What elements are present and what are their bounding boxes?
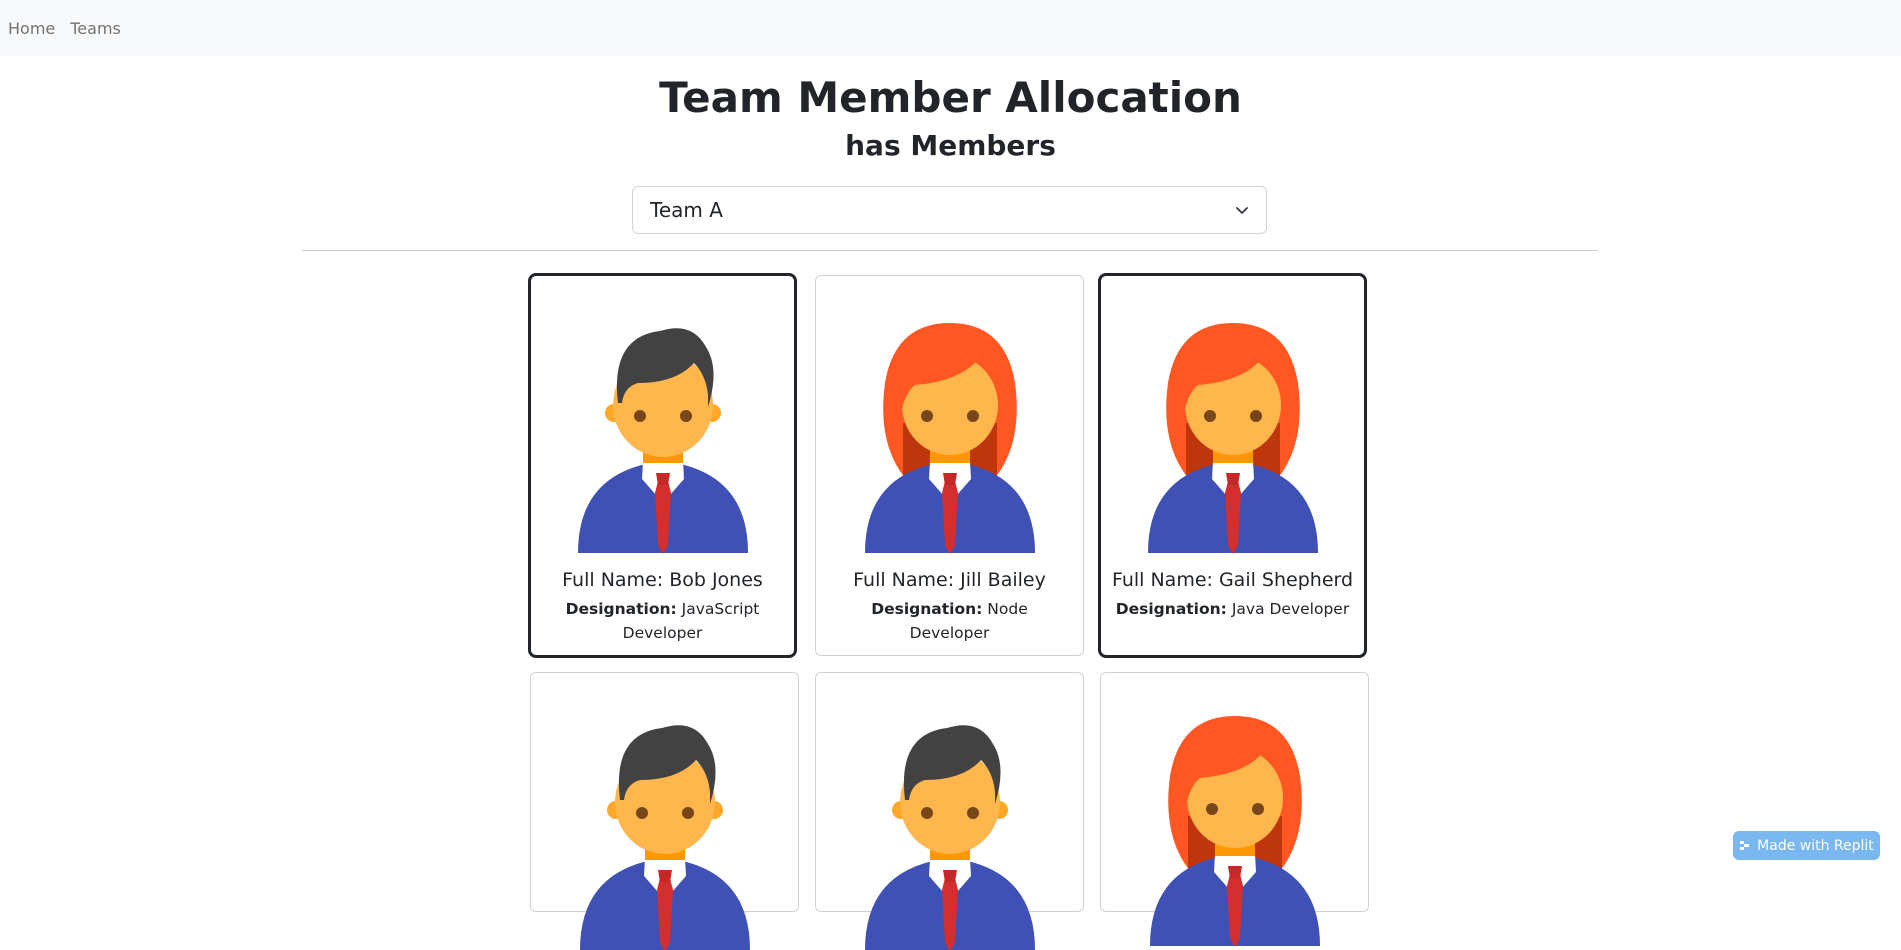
member-card[interactable] (1100, 672, 1369, 912)
team-select[interactable]: Team A (632, 186, 1267, 234)
member-card[interactable] (815, 672, 1084, 912)
member-full-name: Full Name: Gail Shepherd (1111, 569, 1354, 591)
member-card-jill-bailey[interactable]: Full Name: Jill Bailey Designation: Node… (815, 275, 1084, 656)
team-select-value: Team A (650, 198, 723, 222)
member-designation: Designation: JavaScript Developer (545, 597, 780, 645)
female-avatar-icon (1138, 303, 1328, 553)
female-avatar-icon (855, 303, 1045, 553)
replit-logo-icon (1740, 840, 1750, 850)
male-avatar-icon (855, 700, 1045, 950)
male-avatar-icon (568, 303, 758, 553)
nav-teams-link[interactable]: Teams (70, 19, 121, 38)
male-avatar-icon (570, 700, 760, 950)
member-card[interactable] (530, 672, 799, 912)
member-designation: Designation: Node Developer (830, 597, 1069, 645)
designation-label: Designation: (1115, 600, 1227, 618)
made-with-replit-badge[interactable]: Made with Replit (1733, 831, 1880, 860)
page-subtitle: has Members (845, 129, 1056, 162)
designation-label: Designation: (565, 600, 677, 618)
badge-label: Made with Replit (1757, 837, 1874, 854)
chevron-down-icon (1236, 207, 1248, 214)
member-designation: Designation: Java Developer (1115, 597, 1350, 621)
section-divider (302, 250, 1598, 251)
member-full-name: Full Name: Jill Bailey (853, 569, 1046, 591)
member-full-name: Full Name: Bob Jones (562, 569, 763, 591)
page-title: Team Member Allocation (659, 73, 1242, 122)
designation-value: Java Developer (1231, 600, 1350, 618)
designation-label: Designation: (871, 600, 983, 618)
member-card-gail-shepherd[interactable]: Full Name: Gail Shepherd Designation: Ja… (1098, 273, 1367, 658)
female-avatar-icon (1140, 696, 1330, 946)
top-navbar: Home Teams (0, 0, 1901, 56)
member-card-bob-jones[interactable]: Full Name: Bob Jones Designation: JavaSc… (528, 273, 797, 658)
nav-home-link[interactable]: Home (8, 19, 55, 38)
